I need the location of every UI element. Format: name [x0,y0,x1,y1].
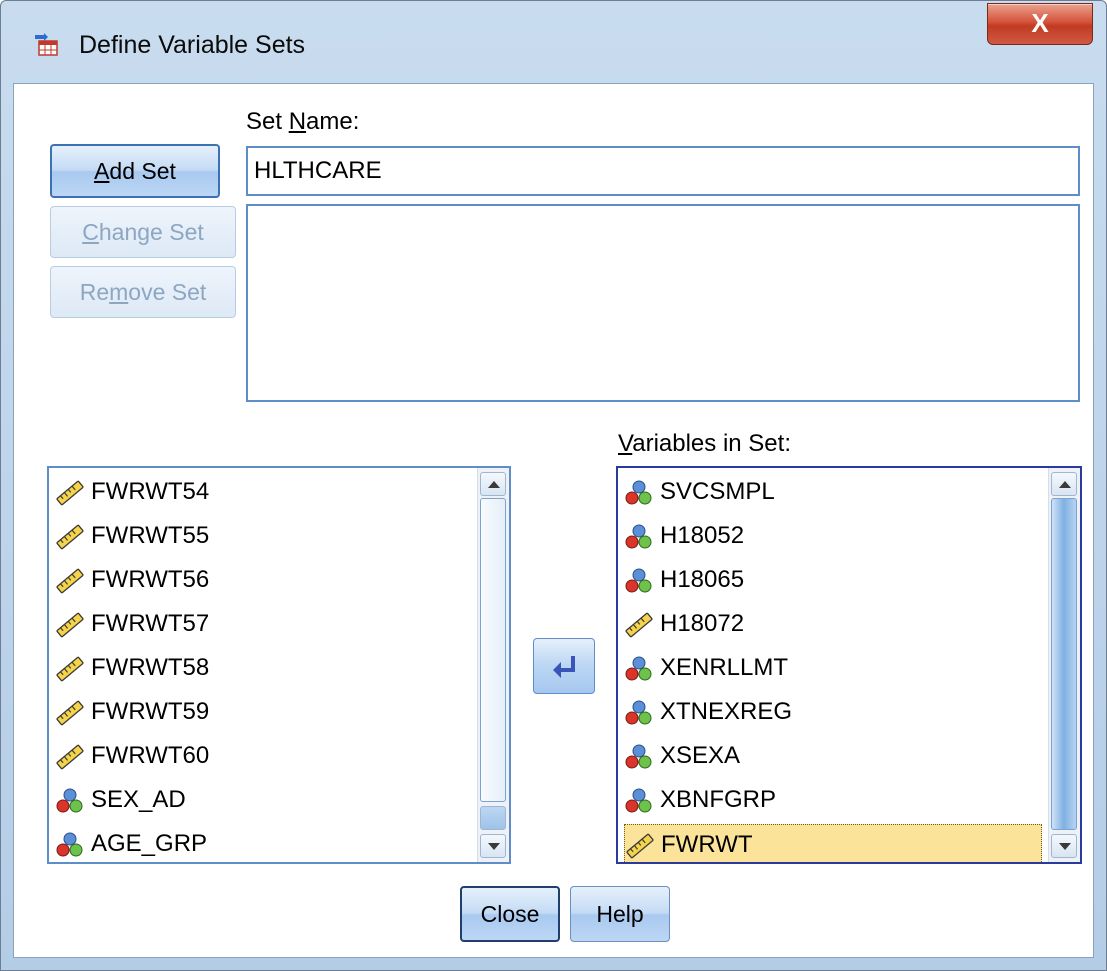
variable-name: FWRWT56 [91,566,210,593]
window-title: Define Variable Sets [79,31,306,59]
source-variable-list[interactable]: FWRWT54 FWRWT55 FWRWT56 FWRWT57 FWRWT58 FWRWT… [47,466,511,864]
source-list-scrollbar[interactable] [477,468,509,862]
remove-set-button[interactable]: Remove Set [50,266,236,318]
variable-name: FWRWT58 [91,654,210,681]
scale-icon [625,832,655,859]
scroll-up-button[interactable] [480,472,506,496]
dialog-body: Set Name: Add Set Change Set Remove Set … [13,83,1094,958]
nominal-icon [55,831,85,857]
nominal-icon [624,655,654,681]
variable-name: SVCSMPL [660,478,775,505]
nominal-icon [55,787,85,813]
variable-name: XTNEXREG [660,698,793,725]
list-item[interactable]: XENRLLMT [624,648,1042,688]
nominal-icon [624,523,654,549]
nominal-icon [624,743,654,769]
list-item[interactable]: XSEXA [624,736,1042,776]
variable-name: H18072 [660,610,745,637]
scale-icon [624,611,654,638]
title-bar[interactable]: Define Variable Sets X [1,1,1106,81]
scale-icon [55,611,85,638]
list-item[interactable]: H18065 [624,560,1042,600]
window-close-button[interactable]: X [987,3,1093,45]
scale-icon [55,655,85,682]
move-to-source-button[interactable] [533,638,595,694]
list-item[interactable]: FWRWT58 [55,648,473,688]
variable-name: FWRWT57 [91,610,210,637]
scroll-thumb-end[interactable] [480,806,506,830]
nominal-icon [624,479,654,505]
scale-icon [55,523,85,550]
scroll-down-button[interactable] [480,834,506,858]
change-set-button[interactable]: Change Set [50,206,236,258]
variable-name: XBNFGRP [660,786,777,813]
scroll-down-button[interactable] [1051,834,1077,858]
variable-name: FWRWT54 [91,478,210,505]
variable-name: FWRWT [661,831,753,858]
dialog-window: Define Variable Sets X Set Name: Add Set… [0,0,1107,971]
move-left-arrow-icon [553,656,575,678]
list-item[interactable]: FWRWT56 [55,560,473,600]
list-item[interactable]: FWRWT [624,824,1042,862]
defined-sets-list[interactable] [246,204,1080,402]
variable-name: H18065 [660,566,745,593]
list-item[interactable]: SVCSMPL [624,472,1042,512]
variable-name: FWRWT59 [91,698,210,725]
variables-in-set-list[interactable]: SVCSMPL H18052 H18065 H18072 XENRLLMT XTNEXRE… [616,466,1082,864]
scale-icon [55,567,85,594]
nominal-icon [624,567,654,593]
scroll-up-button[interactable] [1051,472,1077,496]
variable-name: AGE_GRP [91,830,208,857]
app-icon [35,33,58,56]
variable-name: XENRLLMT [660,654,789,681]
scroll-thumb[interactable] [480,498,506,802]
list-item[interactable]: XBNFGRP [624,780,1042,820]
scale-icon [55,699,85,726]
variable-name: FWRWT55 [91,522,210,549]
help-button[interactable]: Help [570,886,670,942]
nominal-icon [624,787,654,813]
nominal-icon [624,699,654,725]
scroll-thumb[interactable] [1051,498,1077,830]
variable-name: H18052 [660,522,745,549]
variable-name: SEX_AD [91,786,186,813]
list-item[interactable]: FWRWT57 [55,604,473,644]
scale-icon [55,479,85,506]
set-name-input[interactable] [246,146,1080,196]
variable-name: FWRWT60 [91,742,210,769]
list-item[interactable]: SEX_AD [55,780,473,820]
scale-icon [55,743,85,770]
list-item[interactable]: FWRWT60 [55,736,473,776]
close-button[interactable]: Close [460,886,560,942]
list-item[interactable]: FWRWT55 [55,516,473,556]
add-set-button[interactable]: Add Set [50,144,220,198]
list-item[interactable]: XTNEXREG [624,692,1042,732]
set-list-scrollbar[interactable] [1048,468,1080,862]
list-item[interactable]: AGE_GRP [55,824,473,862]
variable-name: XSEXA [660,742,741,769]
list-item[interactable]: FWRWT54 [55,472,473,512]
variables-in-set-label: Variables in Set: [618,430,791,457]
list-item[interactable]: H18072 [624,604,1042,644]
list-item[interactable]: H18052 [624,516,1042,556]
list-item[interactable]: FWRWT59 [55,692,473,732]
set-name-label: Set Name: [246,108,360,135]
